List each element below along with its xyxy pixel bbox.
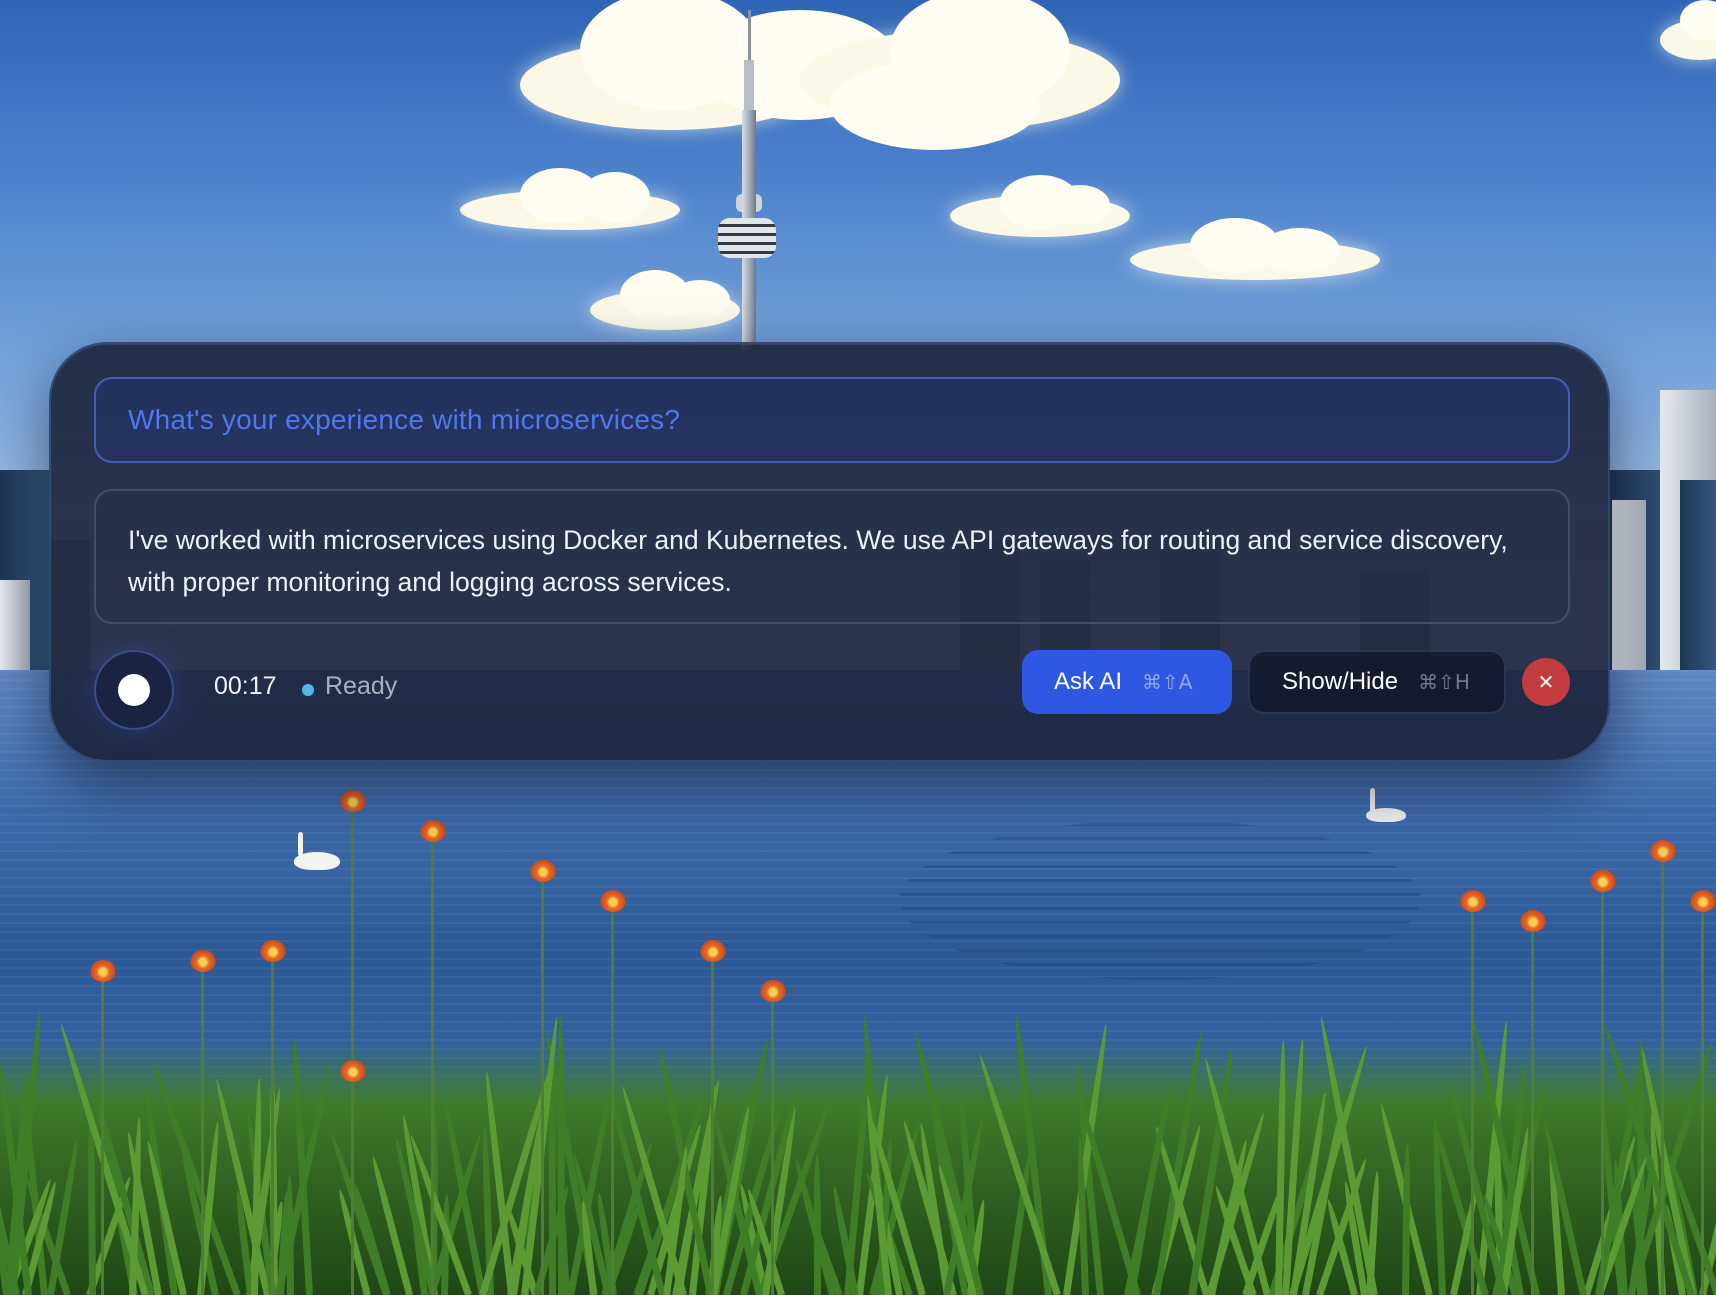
flower-stem bbox=[541, 870, 544, 1295]
flower-stem bbox=[1531, 920, 1534, 1295]
lily-flower bbox=[530, 860, 556, 882]
lily-flower bbox=[190, 950, 216, 972]
status-dot-icon bbox=[302, 684, 314, 696]
flower-stem bbox=[1471, 900, 1474, 1295]
show-hide-button[interactable]: Show/Hide ⌘⇧H bbox=[1248, 650, 1506, 714]
lily-flower bbox=[600, 890, 626, 912]
lily-flower bbox=[90, 960, 116, 982]
cloud bbox=[950, 175, 1130, 237]
ask-ai-button[interactable]: Ask AI ⌘⇧A bbox=[1022, 650, 1232, 714]
lily-flower bbox=[1520, 910, 1546, 932]
close-icon: ✕ bbox=[1537, 670, 1555, 694]
question-text: What's your experience with microservice… bbox=[128, 404, 681, 435]
lily-flower bbox=[340, 790, 366, 812]
cloud bbox=[800, 0, 1120, 150]
answer-box: I've worked with microservices using Doc… bbox=[94, 489, 1570, 624]
lily-flower bbox=[1690, 890, 1716, 912]
flower-stem bbox=[201, 960, 204, 1295]
flower-stem bbox=[1601, 880, 1604, 1295]
show-hide-label: Show/Hide bbox=[1282, 668, 1399, 695]
ask-ai-shortcut: ⌘⇧A bbox=[1142, 670, 1193, 694]
lily-flower bbox=[700, 940, 726, 962]
flower-stem bbox=[771, 990, 774, 1295]
cloud bbox=[590, 270, 740, 330]
flower-stem bbox=[711, 950, 714, 1295]
tower-pod bbox=[718, 218, 776, 258]
recording-timer: 00:17 bbox=[214, 672, 277, 700]
swan bbox=[1366, 788, 1406, 822]
swan bbox=[294, 832, 340, 870]
close-button[interactable]: ✕ bbox=[1522, 658, 1570, 706]
flower-stem bbox=[431, 830, 434, 1295]
flower-stem bbox=[101, 970, 104, 1295]
show-hide-shortcut: ⌘⇧H bbox=[1418, 670, 1470, 694]
assistant-overlay-panel: What's your experience with microservice… bbox=[49, 342, 1610, 762]
record-dot-icon bbox=[118, 674, 150, 706]
lily-flower bbox=[760, 980, 786, 1002]
lily-flower bbox=[340, 1060, 366, 1082]
cloud bbox=[1130, 218, 1380, 280]
flower-stem bbox=[271, 950, 274, 1295]
lily-flower bbox=[1590, 870, 1616, 892]
lily-flower bbox=[1650, 840, 1676, 862]
lily-flower bbox=[1460, 890, 1486, 912]
status-label: Ready bbox=[325, 672, 398, 700]
cloud bbox=[460, 168, 680, 230]
flower-stem bbox=[1661, 850, 1664, 1295]
question-box: What's your experience with microservice… bbox=[94, 377, 1570, 463]
answer-text: I've worked with microservices using Doc… bbox=[128, 525, 1508, 597]
ask-ai-label: Ask AI bbox=[1054, 668, 1123, 695]
water-ripples bbox=[900, 820, 1420, 980]
lily-flower bbox=[420, 820, 446, 842]
control-bar: 00:17 Ready Ask AI ⌘⇧A Show/Hide ⌘⇧H ✕ bbox=[94, 650, 1570, 730]
flower-stem bbox=[1701, 900, 1704, 1295]
cloud bbox=[520, 0, 900, 130]
lily-flower bbox=[260, 940, 286, 962]
flower-stem bbox=[611, 900, 614, 1295]
flower-stem bbox=[351, 1070, 354, 1295]
record-button[interactable] bbox=[94, 650, 174, 730]
